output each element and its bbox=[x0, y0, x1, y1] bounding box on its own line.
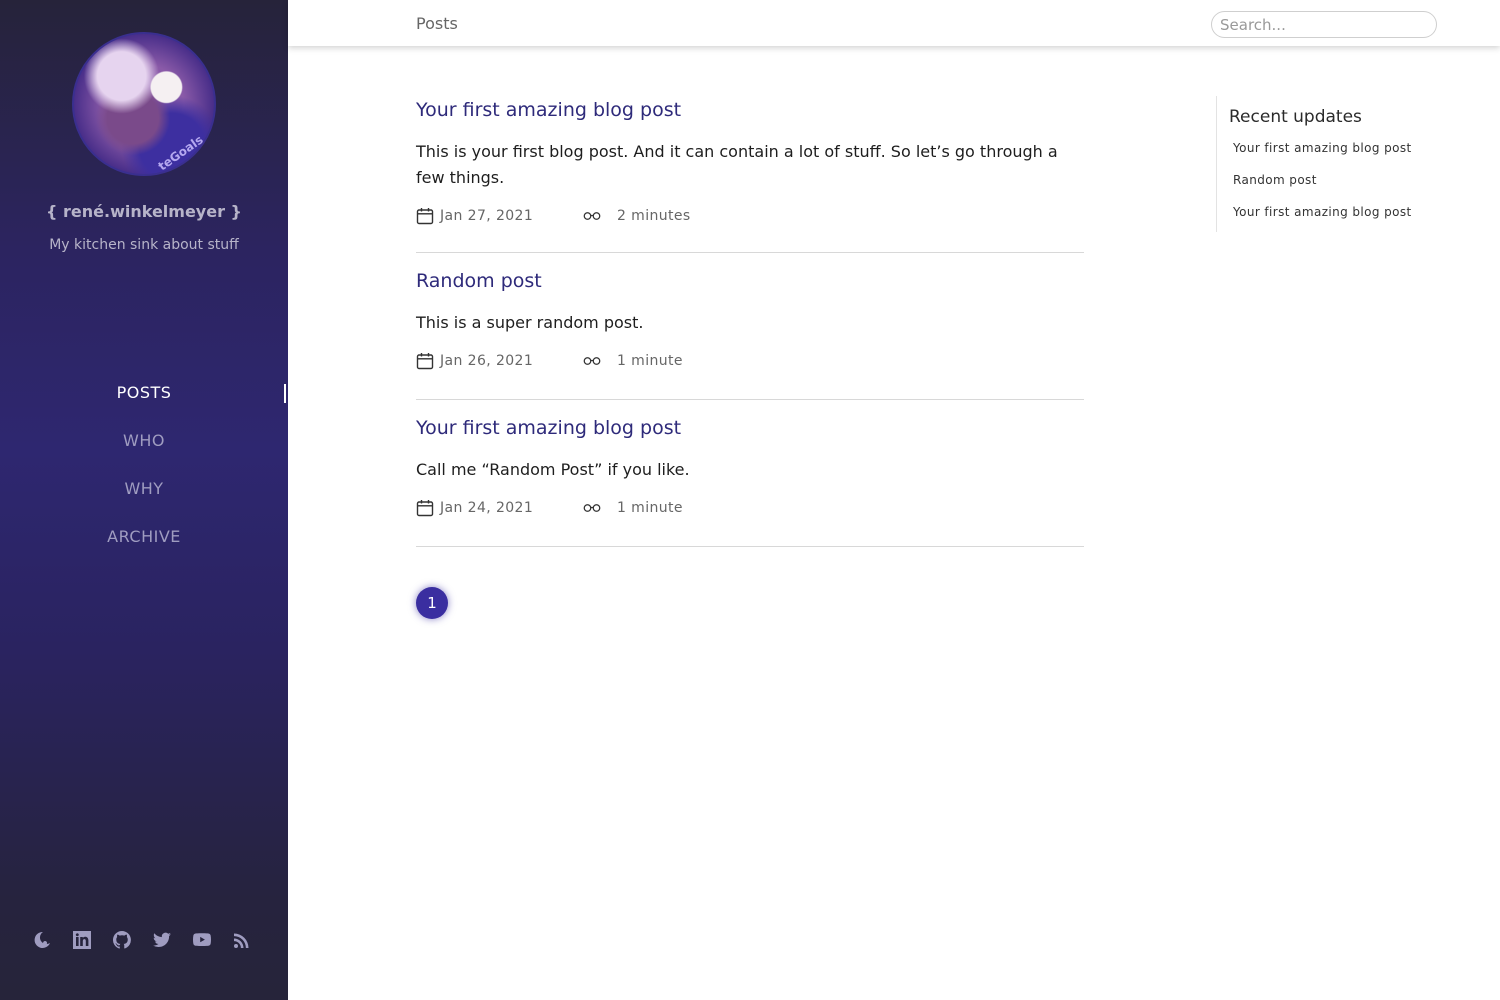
nav-item-archive[interactable]: ARCHIVE bbox=[0, 524, 288, 572]
post-excerpt: Call me “Random Post” if you like. bbox=[416, 460, 690, 479]
post-excerpt: This is a super random post. bbox=[416, 313, 644, 332]
calendar-icon bbox=[416, 207, 434, 225]
twitter-icon[interactable] bbox=[152, 930, 172, 950]
glasses-icon bbox=[583, 499, 603, 517]
post-reading-time: 2 minutes bbox=[583, 207, 691, 225]
site-subtitle: My kitchen sink about stuff bbox=[49, 237, 239, 253]
site-title[interactable]: { rené.winkelmeyer } bbox=[0, 202, 288, 221]
post-meta: Jan 26, 2021 1 minute bbox=[416, 352, 1084, 370]
calendar-icon bbox=[416, 352, 434, 370]
recent-update-link[interactable]: Random post bbox=[1233, 173, 1456, 205]
recent-update-link[interactable]: Your first amazing blog post bbox=[1233, 141, 1456, 173]
post-date-text: Jan 26, 2021 bbox=[440, 353, 534, 369]
post-item: Random post This is a super random post.… bbox=[416, 253, 1084, 400]
post-list: Your first amazing blog post This is you… bbox=[416, 96, 1084, 547]
recent-update-link[interactable]: Your first amazing blog post bbox=[1233, 205, 1456, 237]
recent-updates-heading: Recent updates bbox=[1229, 107, 1362, 127]
top-bar: Posts bbox=[288, 0, 1500, 46]
post-reading-time: 1 minute bbox=[583, 352, 683, 370]
avatar-caption: teGoals bbox=[155, 132, 206, 174]
search-input[interactable] bbox=[1211, 11, 1437, 38]
post-excerpt: This is your first blog post. And it can… bbox=[416, 142, 1058, 187]
post-item: Your first amazing blog post This is you… bbox=[416, 96, 1084, 253]
nav-item-posts[interactable]: POSTS bbox=[0, 380, 288, 428]
avatar[interactable]: teGoals bbox=[72, 32, 216, 176]
post-title-link[interactable]: Your first amazing blog post bbox=[416, 99, 1084, 121]
post-date-text: Jan 27, 2021 bbox=[440, 208, 534, 224]
youtube-icon[interactable] bbox=[192, 930, 212, 950]
post-reading-time-text: 2 minutes bbox=[617, 208, 691, 224]
nav-item-who[interactable]: WHO bbox=[0, 428, 288, 476]
post-meta: Jan 27, 2021 2 minutes bbox=[416, 207, 1084, 225]
linkedin-icon[interactable] bbox=[72, 930, 92, 950]
glasses-icon bbox=[583, 352, 603, 370]
recent-updates-list: Your first amazing blog post Random post… bbox=[1229, 141, 1456, 237]
theme-toggle-icon[interactable] bbox=[32, 930, 52, 950]
post-reading-time-text: 1 minute bbox=[617, 500, 683, 516]
main-nav: POSTS WHO WHY ARCHIVE bbox=[0, 380, 288, 572]
nav-item-why[interactable]: WHY bbox=[0, 476, 288, 524]
calendar-icon bbox=[416, 499, 434, 517]
rss-icon[interactable] bbox=[232, 930, 252, 950]
post-title-link[interactable]: Random post bbox=[416, 270, 1084, 292]
post-reading-time-text: 1 minute bbox=[617, 353, 683, 369]
post-date: Jan 24, 2021 bbox=[416, 499, 583, 517]
pagination: 1 bbox=[416, 587, 448, 619]
post-date: Jan 26, 2021 bbox=[416, 352, 583, 370]
post-item: Your first amazing blog post Call me “Ra… bbox=[416, 400, 1084, 547]
github-icon[interactable] bbox=[112, 930, 132, 950]
page-title: Posts bbox=[416, 14, 458, 33]
recent-updates: Recent updates Your first amazing blog p… bbox=[1216, 96, 1456, 232]
post-meta: Jan 24, 2021 1 minute bbox=[416, 499, 1084, 517]
sidebar: teGoals { rené.winkelmeyer } My kitchen … bbox=[0, 0, 288, 1000]
post-date-text: Jan 24, 2021 bbox=[440, 500, 534, 516]
page-button-current[interactable]: 1 bbox=[416, 587, 448, 619]
post-reading-time: 1 minute bbox=[583, 499, 683, 517]
glasses-icon bbox=[583, 207, 603, 225]
post-title-link[interactable]: Your first amazing blog post bbox=[416, 417, 1084, 439]
social-links bbox=[32, 930, 252, 950]
post-date: Jan 27, 2021 bbox=[416, 207, 583, 225]
